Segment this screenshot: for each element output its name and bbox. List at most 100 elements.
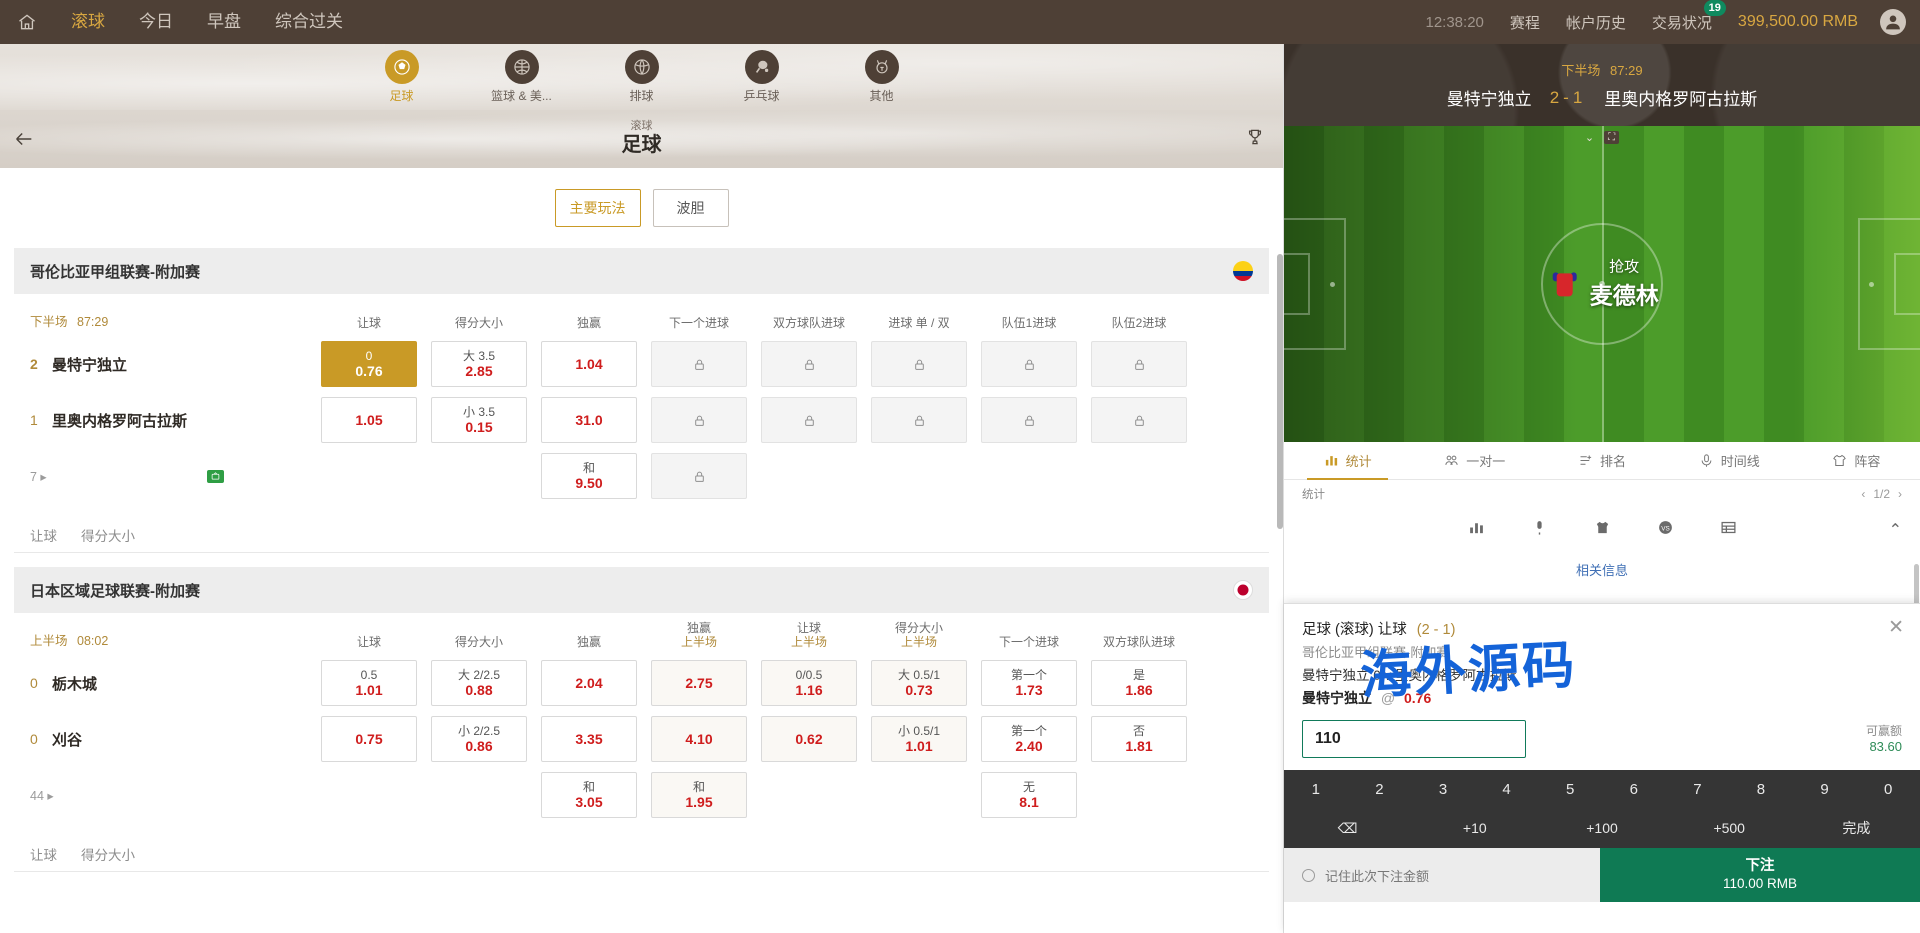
odds-button-handicap[interactable]: 0.75	[321, 716, 417, 762]
odds-button-moneyline[interactable]: 2.04	[541, 660, 637, 706]
radio-icon[interactable]	[1302, 869, 1315, 882]
odds-button-moneyline-1h[interactable]: 4.10	[651, 716, 747, 762]
odds-button-moneyline[interactable]: 31.0	[541, 397, 637, 443]
odds-button-draw[interactable]: 和 9.50	[541, 453, 637, 499]
odds-button-overunder[interactable]: 大 2/2.5 0.88	[431, 660, 527, 706]
sport-tab-basketball[interactable]: 篮球 & 美...	[481, 50, 563, 104]
odds-button-btts[interactable]: 是 1.86	[1091, 660, 1187, 706]
done-key[interactable]: 完成	[1793, 808, 1920, 848]
market-link-overunder[interactable]: 得分大小	[81, 844, 135, 864]
nav-item-today[interactable]: 今日	[122, 0, 190, 44]
odds-button-handicap-1h[interactable]: 0.62	[761, 716, 857, 762]
nav-item-inplay[interactable]: 滚球	[54, 0, 122, 44]
add-100-key[interactable]: +100	[1538, 808, 1665, 848]
odds-button-moneyline-1h[interactable]: 2.75	[651, 660, 747, 706]
odds-button-draw[interactable]: 和 3.05	[541, 772, 637, 818]
jersey-icon[interactable]	[1594, 519, 1611, 541]
nav-item-parlay[interactable]: 综合过关	[258, 0, 360, 44]
odds-button-handicap[interactable]: 0.5 1.01	[321, 660, 417, 706]
odds-button-overunder[interactable]: 小 3.5 0.15	[431, 397, 527, 443]
more-markets-count[interactable]: 44 ▸	[30, 788, 54, 803]
key-9[interactable]: 9	[1793, 770, 1857, 808]
live-score: 2-1	[1550, 88, 1587, 108]
sport-tab-other[interactable]: 其他	[841, 50, 923, 104]
market-link-handicap[interactable]: 让球	[30, 525, 57, 545]
home-icon[interactable]	[0, 0, 54, 44]
key-8[interactable]: 8	[1729, 770, 1793, 808]
key-3[interactable]: 3	[1411, 770, 1475, 808]
timeline-icon[interactable]	[1531, 519, 1548, 541]
colombia-flag-icon	[1233, 261, 1253, 281]
key-4[interactable]: 4	[1475, 770, 1539, 808]
live-stream-icon[interactable]	[207, 470, 224, 483]
sport-tab-table-tennis[interactable]: 乒乓球	[721, 50, 803, 104]
odds-button-overunder[interactable]: 大 3.5 2.85	[431, 341, 527, 387]
market-link-overunder[interactable]: 得分大小	[81, 525, 135, 545]
versus-icon[interactable]: VS	[1657, 519, 1674, 541]
place-bet-button[interactable]: 下注 110.00 RMB	[1600, 848, 1920, 902]
avatar[interactable]	[1880, 9, 1906, 35]
odds-button-handicap[interactable]: 0 0.76	[321, 341, 417, 387]
key-5[interactable]: 5	[1538, 770, 1602, 808]
add-10-key[interactable]: +10	[1411, 808, 1538, 848]
table-icon[interactable]	[1720, 519, 1737, 541]
key-1[interactable]: 1	[1284, 770, 1348, 808]
account-history-link[interactable]: 帐户历史	[1566, 12, 1626, 33]
odds-button-handicap-1h[interactable]: 0/0.5 1.16	[761, 660, 857, 706]
odds-button-btts[interactable]: 否 1.81	[1091, 716, 1187, 762]
tab-timeline[interactable]: 时间线	[1666, 442, 1793, 480]
odds-button-overunder-1h[interactable]: 小 0.5/1 1.01	[871, 716, 967, 762]
odds-line: 和	[583, 461, 595, 475]
remember-stake-toggle[interactable]: 记住此次下注金额	[1284, 848, 1600, 902]
tab-head-to-head[interactable]: 一对一	[1411, 442, 1538, 480]
live-match-period: 下半场	[1561, 63, 1600, 78]
odds-button-no-goal[interactable]: 无 8.1	[981, 772, 1077, 818]
live-pitch-animation[interactable]: ⌄ ⛶ 抢攻 麦德林	[1284, 126, 1920, 442]
trophy-icon[interactable]	[1245, 127, 1265, 152]
tab-statistics[interactable]: 统计	[1284, 442, 1411, 480]
odds-button-next-goal[interactable]: 第一个 2.40	[981, 716, 1077, 762]
market-link-handicap[interactable]: 让球	[30, 844, 57, 864]
odds-line: 小 3.5	[463, 405, 495, 419]
related-info-label[interactable]: 相关信息	[1284, 552, 1920, 579]
bar-chart-icon[interactable]	[1468, 519, 1485, 541]
chevron-right-icon[interactable]: ›	[1898, 487, 1902, 501]
nav-item-early[interactable]: 早盘	[190, 0, 258, 44]
key-7[interactable]: 7	[1666, 770, 1730, 808]
team-cell: 1 里奥内格罗阿古拉斯	[14, 410, 314, 431]
odds-button-moneyline[interactable]: 3.35	[541, 716, 637, 762]
league-header[interactable]: 哥伦比亚甲组联赛-附加赛	[14, 248, 1269, 294]
odds-button-moneyline[interactable]: 1.04	[541, 341, 637, 387]
key-2[interactable]: 2	[1348, 770, 1412, 808]
tab-lineup[interactable]: 阵容	[1793, 442, 1920, 480]
stake-input[interactable]	[1302, 720, 1526, 758]
odds-button-handicap[interactable]: 1.05	[321, 397, 417, 443]
transaction-status-link[interactable]: 交易状况 19	[1652, 12, 1712, 33]
odds-button-overunder[interactable]: 小 2/2.5 0.86	[431, 716, 527, 762]
league-header[interactable]: 日本区域足球联赛-附加赛	[14, 567, 1269, 613]
odds-line: 无	[1023, 780, 1035, 794]
add-500-key[interactable]: +500	[1666, 808, 1793, 848]
key-6[interactable]: 6	[1602, 770, 1666, 808]
backspace-key[interactable]: ⌫	[1284, 808, 1411, 848]
odds-locked	[651, 453, 747, 499]
jersey-icon	[1554, 270, 1576, 296]
key-0[interactable]: 0	[1856, 770, 1920, 808]
expand-icon[interactable]: ⛶	[1604, 131, 1619, 144]
sport-tab-volleyball[interactable]: 排球	[601, 50, 683, 104]
schedule-link[interactable]: 赛程	[1510, 12, 1540, 33]
odds-cell: 31.0	[534, 397, 644, 443]
chevron-down-icon[interactable]: ⌄	[1585, 131, 1594, 144]
tab-correct-score[interactable]: 波胆	[653, 189, 729, 227]
odds-button-next-goal[interactable]: 第一个 1.73	[981, 660, 1077, 706]
more-markets-count[interactable]: 7 ▸	[30, 469, 47, 484]
odds-button-overunder-1h[interactable]: 大 0.5/1 0.73	[871, 660, 967, 706]
stat-pager: ‹ 1/2 ›	[1861, 487, 1902, 501]
close-icon[interactable]: ✕	[1888, 618, 1904, 637]
tab-main-markets[interactable]: 主要玩法	[555, 189, 641, 227]
chevron-left-icon[interactable]: ‹	[1861, 487, 1865, 501]
chevron-up-icon[interactable]: ⌃	[1889, 520, 1902, 540]
sport-tab-soccer[interactable]: 足球	[361, 50, 443, 104]
odds-button-draw-1h[interactable]: 和 1.95	[651, 772, 747, 818]
tab-ranking[interactable]: 排名	[1538, 442, 1665, 480]
